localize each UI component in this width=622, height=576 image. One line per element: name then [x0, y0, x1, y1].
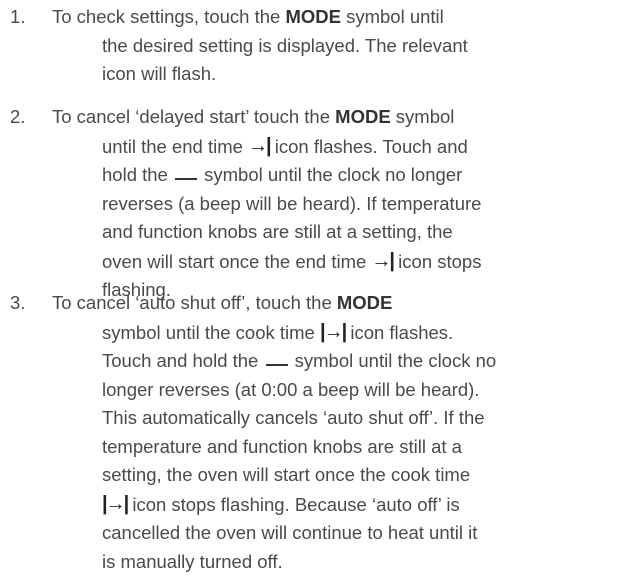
end-time-icon: →|	[248, 132, 270, 161]
step-line: is manually turned off.	[102, 548, 614, 576]
step-line: until the end time →| icon flashes. Touc…	[102, 132, 614, 162]
cook-time-icon: |→|	[102, 490, 127, 519]
step-number: 3.	[10, 289, 25, 318]
step-text: To cancel ‘delayed start’ touch the MODE…	[62, 103, 614, 305]
step-line: Touch and hold the symbol until the cloc…	[102, 347, 614, 376]
step-line: |→| icon stops flashing. Because ‘auto o…	[102, 490, 614, 520]
step-line: and function knobs are still at a settin…	[102, 218, 614, 247]
step-text: To cancel ‘auto shut off’, touch the MOD…	[62, 289, 614, 576]
minus-symbol-icon	[266, 364, 288, 366]
instruction-list: 1. To check settings, touch the MODE sym…	[0, 0, 622, 574]
step-line: setting, the oven will start once the co…	[102, 461, 614, 490]
step-line: hold the symbol until the clock no longe…	[102, 161, 614, 190]
step-line: This automatically cancels ‘auto shut of…	[102, 404, 614, 433]
step-line: To cancel ‘auto shut off’, touch the MOD…	[52, 289, 614, 318]
step-number: 1.	[10, 3, 25, 32]
step-line: To check settings, touch the MODE symbol…	[52, 3, 614, 32]
step-number: 2.	[10, 103, 25, 132]
step-text: To check settings, touch the MODE symbol…	[62, 3, 614, 89]
mode-label: MODE	[337, 292, 393, 313]
step-line: cancelled the oven will continue to heat…	[102, 519, 614, 548]
mode-label: MODE	[335, 106, 391, 127]
mode-label: MODE	[285, 6, 341, 27]
end-time-icon: →|	[371, 247, 393, 276]
step-line: longer reverses (at 0:00 a beep will be …	[102, 376, 614, 405]
step-line: reverses (a beep will be heard). If temp…	[102, 190, 614, 219]
step-line: temperature and function knobs are still…	[102, 433, 614, 462]
step-line: the desired setting is displayed. The re…	[102, 32, 614, 61]
step-line: symbol until the cook time |→| icon flas…	[102, 318, 614, 348]
step-line: oven will start once the end time →| ico…	[102, 247, 614, 277]
step-line: To cancel ‘delayed start’ touch the MODE…	[52, 103, 614, 132]
step-line: icon will flash.	[102, 60, 614, 89]
minus-symbol-icon	[175, 178, 197, 180]
cook-time-icon: |→|	[320, 318, 345, 347]
